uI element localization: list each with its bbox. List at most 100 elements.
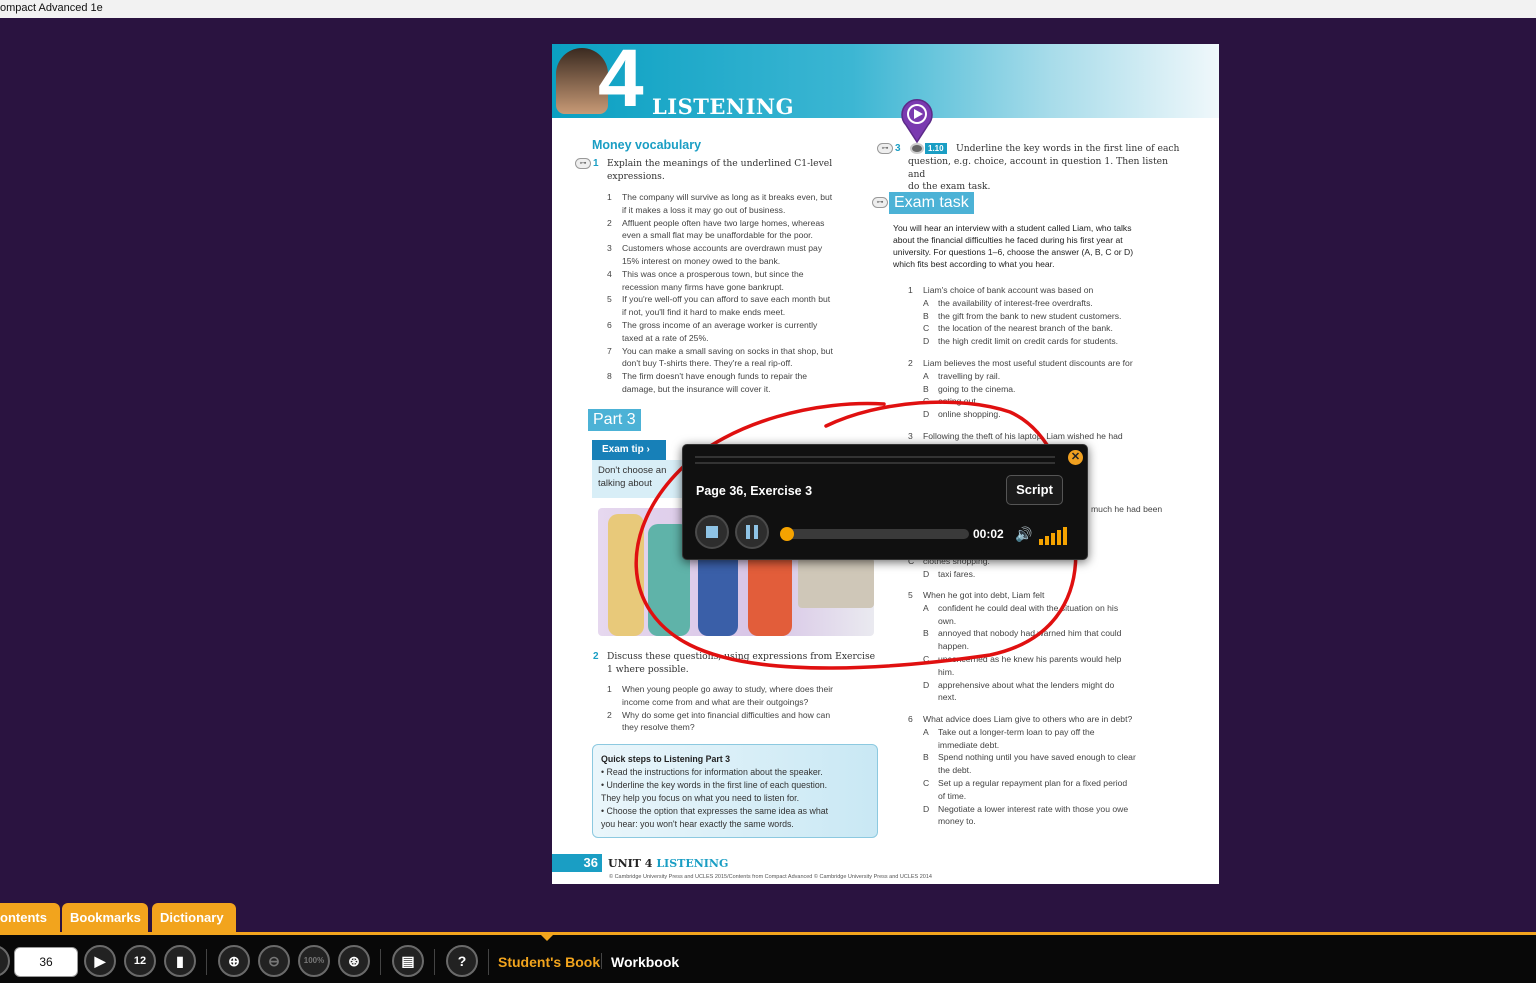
volume-level[interactable]	[1039, 527, 1069, 545]
discussion-item-text: income come from and what are their outg…	[622, 696, 809, 707]
next-page-button[interactable]: ▶	[84, 945, 116, 977]
workbook-link[interactable]: Workbook	[611, 954, 679, 970]
exam-option-letter: 2	[908, 358, 913, 368]
zoom-fit-button[interactable]: ⊛	[338, 945, 370, 977]
page-footer: 36 UNIT 4 LISTENING © Cambridge Universi…	[552, 854, 1219, 884]
exam-option-text: the gift from the bank to new student cu…	[938, 310, 1122, 321]
exam-option-text: the debt.	[938, 765, 972, 776]
exam-option-text: immediate debt.	[938, 739, 1000, 750]
close-icon[interactable]: ✕	[1068, 450, 1083, 465]
exam-option-text: taxi fares.	[938, 568, 976, 579]
vocab-item-number: 6	[607, 319, 612, 330]
exercise-3-number: 3	[895, 143, 901, 154]
progress-track[interactable]	[781, 529, 969, 539]
audio-player: ✕ Page 36, Exercise 3 Script 00:02 🔊	[682, 444, 1088, 560]
volume-bar[interactable]	[1057, 530, 1061, 545]
exercise-3-instruction: Underline the key words in the first lin…	[908, 143, 1180, 193]
vocab-item: 7 You can make a small saving on socks in…	[607, 345, 877, 371]
exam-option-letter: C	[923, 396, 930, 407]
key-icon[interactable]: ⊶	[877, 143, 893, 154]
page-number-input[interactable]	[14, 947, 78, 977]
vocab-item-text: if not, you'll find it hard to make ends…	[622, 307, 786, 318]
help-button[interactable]: ?	[446, 945, 478, 977]
vocab-item-number: 1	[607, 192, 612, 202]
tab-bookmarks[interactable]: Bookmarks	[62, 903, 148, 932]
exam-option: Cunconcerned as he knew his parents woul…	[908, 653, 1198, 666]
exam-option-letter: D	[923, 679, 930, 690]
vocab-item-text: even a small flat may be unaffordable fo…	[622, 230, 813, 241]
discussion-item: 2 Why do some get into financial difficul…	[607, 709, 877, 735]
progress-knob[interactable]	[780, 527, 794, 541]
volume-bar[interactable]	[1039, 539, 1043, 545]
exam-option: Bgoing to the cinema.	[908, 383, 1198, 396]
previous-page-button[interactable]	[0, 945, 10, 977]
vocab-item: 5 If you're well-off you can afford to sa…	[607, 293, 877, 319]
bookmark-icon: ▮	[176, 953, 184, 969]
vocab-item: 2 Affluent people often have two large ho…	[607, 217, 877, 243]
exam-option-letter: C	[923, 653, 930, 664]
script-button[interactable]: Script	[1006, 475, 1063, 505]
vocab-item: 8 The firm doesn't have enough funds to r…	[607, 370, 877, 396]
exam-option: immediate debt.	[908, 739, 1198, 752]
volume-bar[interactable]	[1045, 536, 1049, 545]
zoom-in-button[interactable]: ⊕	[218, 945, 250, 977]
zoom-100-button[interactable]: 100%	[298, 945, 330, 977]
exam-option: C Set up a regular repayment plan for a f…	[908, 777, 1198, 790]
toolkit-button[interactable]: ▤	[392, 945, 424, 977]
exam-option: the debt.	[908, 764, 1198, 777]
volume-icon[interactable]: 🔊	[1015, 526, 1032, 543]
exercise-2-instruction: Discuss these questions, using expressio…	[607, 651, 876, 675]
exam-option-text: confident he could deal with the situati…	[938, 602, 1119, 613]
discussion-item: 1 When young people go away to study, whe…	[607, 683, 877, 709]
pause-button[interactable]	[735, 515, 769, 549]
exam-option-letter: B	[923, 310, 929, 321]
tab-dictionary[interactable]: Dictionary	[152, 903, 236, 932]
player-drag-handle[interactable]	[695, 456, 1055, 464]
students-book-link[interactable]: Student's Book	[498, 954, 600, 970]
audio-pin-icon[interactable]	[898, 97, 936, 143]
bookmark-button[interactable]: ▮	[164, 945, 196, 977]
exam-option-text: Negotiate a lower interest rate with tho…	[938, 803, 1129, 814]
key-icon[interactable]: ⊶	[575, 158, 591, 169]
stop-icon	[706, 526, 718, 538]
exam-option: Bannoyed that nobody had warned him that…	[908, 627, 1198, 640]
quick-step-line: • Choose the option that expresses the s…	[601, 806, 829, 816]
volume-bar[interactable]	[1063, 527, 1067, 545]
exam-option-text: Liam believes the most useful student di…	[923, 358, 1133, 368]
exam-option: Donline shopping.	[908, 408, 1198, 421]
vocab-item-number: 3	[607, 243, 612, 254]
exam-option-letter: 3	[908, 431, 913, 441]
exam-option: A Take out a longer-term loan to pay off …	[908, 726, 1198, 739]
quick-step-line: • Underline the key words in the first l…	[601, 780, 828, 790]
vocab-item: 1 The company will survive as long as it …	[607, 191, 877, 217]
exam-option-text: travelling by rail.	[938, 370, 1001, 381]
exam-option: Aconfident he could deal with the situat…	[908, 602, 1198, 615]
exam-task-intro-line: You will hear an interview with a studen…	[893, 223, 1132, 233]
exam-option: Cthe location of the nearest branch of t…	[908, 322, 1198, 335]
zoom-out-button[interactable]: ⊖	[258, 945, 290, 977]
stop-button[interactable]	[695, 515, 729, 549]
section-money-vocabulary: Money vocabulary	[592, 138, 702, 152]
pause-icon	[754, 525, 758, 539]
vocab-item-number: 2	[607, 217, 612, 228]
exam-option-letter: 1	[908, 285, 913, 295]
tab-contents[interactable]: ontents	[0, 903, 60, 932]
exam-option: Bthe gift from the bank to new student c…	[908, 310, 1198, 323]
vocab-item-text: The company will survive as long as it b…	[622, 192, 833, 202]
exam-option-letter: B	[923, 752, 929, 763]
discussion-item-text: Why do some get into financial difficult…	[622, 709, 831, 720]
window-title: ompact Advanced 1e	[0, 0, 1536, 18]
exam-option: 6 What advice does Liam give to others wh…	[908, 713, 1198, 726]
key-icon[interactable]: ⊶	[872, 197, 888, 208]
vocab-item: 4 This was once a prosperous town, but si…	[607, 268, 877, 294]
illustration-figure	[608, 514, 644, 636]
vocab-item-text: The gross income of an average worker is…	[622, 319, 818, 330]
double-page-button[interactable]: 12	[124, 945, 156, 977]
exam-option-letter: A	[923, 726, 929, 737]
volume-bar[interactable]	[1051, 533, 1055, 545]
exam-option-text: him.	[938, 666, 955, 677]
exam-option-text: next.	[938, 692, 957, 703]
zoom-out-icon: ⊖	[268, 953, 280, 969]
exam-option-text: What advice does Liam give to others who…	[923, 714, 1133, 724]
exam-question-4-fragment: much he had been	[1091, 504, 1163, 514]
